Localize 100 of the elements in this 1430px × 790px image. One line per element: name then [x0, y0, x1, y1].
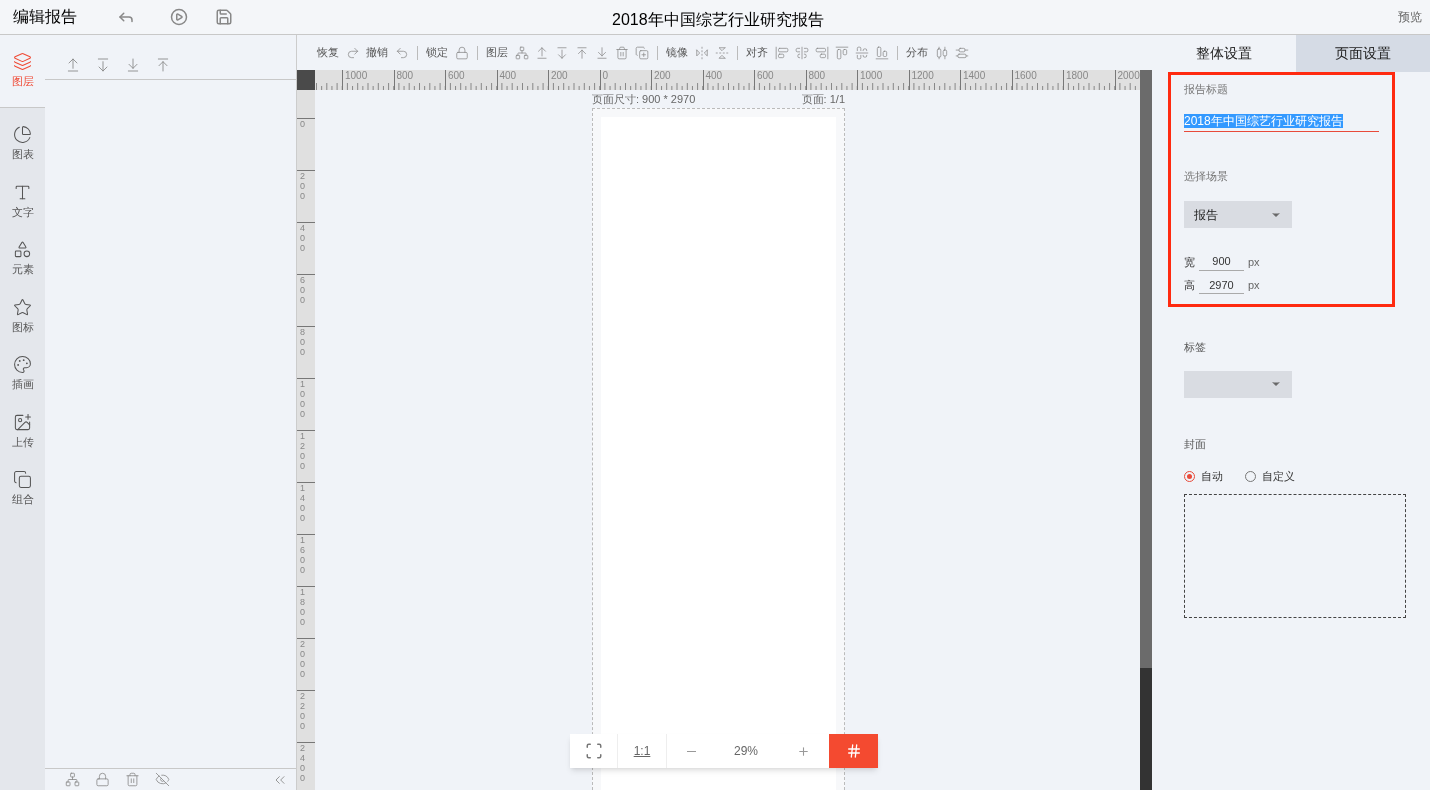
group-icon [13, 470, 32, 489]
toolbar-label: 对齐 [746, 45, 768, 61]
ruler-label: 1200 [300, 431, 306, 471]
ruler-label: 1800 [1065, 70, 1090, 82]
ruler-label: 800 [300, 327, 306, 357]
send-backward-icon[interactable] [95, 57, 111, 73]
ruler-label: 800 [395, 70, 415, 82]
ruler-label: 400 [300, 223, 306, 253]
ruler-label: 2000 [300, 639, 306, 679]
flip-vertical-icon[interactable] [715, 45, 729, 60]
sidebar-item[interactable]: 组合 [0, 460, 45, 518]
send-to-back-icon[interactable] [595, 45, 609, 60]
toolbar-label: 分布 [906, 45, 928, 61]
ruler-label: 2200 [300, 691, 306, 731]
hierarchy-icon[interactable] [515, 45, 529, 60]
height-label: 高 [1184, 278, 1195, 293]
toolbar-label: 镜像 [666, 45, 688, 61]
align-center-icon[interactable] [795, 45, 809, 60]
height-input[interactable]: 2970 [1199, 276, 1244, 294]
ruler-label: 1400 [962, 70, 987, 82]
send-to-back-icon[interactable] [125, 57, 141, 73]
cover-image-box[interactable] [1184, 493, 1406, 618]
page-size-label: 页面尺寸: 900 * 2970 [592, 91, 696, 107]
cover-radio[interactable]: 自定义 [1245, 468, 1295, 485]
ruler-label: 0 [601, 70, 610, 82]
grid-icon [845, 743, 862, 759]
ruler-label: 600 [300, 275, 306, 305]
align-right-icon[interactable] [815, 45, 829, 60]
ruler-label: 1400 [300, 483, 306, 523]
toolbar-label: 图层 [486, 45, 508, 61]
ruler-label: 800 [807, 70, 827, 82]
ruler-label: 600 [756, 70, 775, 82]
sidebar-item[interactable]: 元素 [0, 230, 45, 288]
sidebar-item[interactable]: 图层 [0, 35, 45, 108]
zoom-level: 29% [733, 743, 759, 760]
ruler-label: 1600 [1013, 70, 1038, 82]
sidebar-item[interactable]: 图表 [0, 115, 45, 173]
redo-icon[interactable] [346, 45, 360, 60]
flip-horizontal-icon[interactable] [695, 45, 709, 60]
sidebar-item[interactable]: 文字 [0, 172, 45, 230]
tag-dropdown[interactable] [1184, 370, 1292, 398]
sidebar-item[interactable]: 上传 [0, 402, 45, 460]
page-number-label: 页面: 1/1 [801, 91, 845, 107]
play-button[interactable] [170, 8, 188, 26]
bring-to-front-icon[interactable] [575, 45, 589, 60]
align-bottom-icon[interactable] [875, 45, 889, 60]
document-title: 2018年中国综艺行业研究报告 [612, 10, 824, 30]
pie-chart-icon [13, 125, 32, 144]
lock-icon[interactable] [455, 45, 469, 60]
minus-icon [686, 750, 696, 752]
width-label: 宽 [1184, 254, 1195, 270]
align-top-icon[interactable] [835, 45, 849, 60]
fit-screen-icon [584, 742, 603, 760]
align-left-icon[interactable] [775, 45, 789, 60]
distribute-horizontal-icon[interactable] [935, 45, 949, 60]
bring-forward-icon[interactable] [535, 45, 549, 60]
shapes-icon [13, 240, 32, 259]
cover-radio[interactable]: 自动 [1184, 468, 1223, 485]
unit-label: px [1248, 278, 1260, 293]
preview-link[interactable]: 预览 [1398, 8, 1422, 26]
distribute-vertical-icon[interactable] [955, 45, 969, 60]
toolbar-label: 恢复 [317, 45, 339, 61]
ruler-label: 200 [300, 171, 306, 201]
layers-icon [13, 52, 32, 72]
trash-icon[interactable] [615, 45, 629, 60]
bring-to-front-icon[interactable] [155, 57, 171, 73]
star-icon [13, 297, 32, 317]
ruler-label: 400 [498, 70, 518, 82]
ruler-label: 1800 [300, 587, 306, 627]
align-middle-icon[interactable] [855, 45, 869, 60]
field-label: 标签 [1184, 340, 1207, 355]
ruler-label: 1000 [859, 70, 884, 82]
settings-tab[interactable]: 页面设置 [1296, 35, 1430, 72]
image-upload-icon [13, 412, 32, 432]
sidebar-item[interactable]: 插画 [0, 345, 45, 403]
ruler-label: 2000 [1116, 70, 1140, 82]
hide-icon[interactable] [155, 772, 170, 787]
send-backward-icon[interactable] [555, 45, 569, 60]
field-label: 选择场景 [1184, 168, 1229, 184]
app-title: 编辑报告 [13, 7, 77, 27]
save-button[interactable] [215, 8, 233, 26]
width-input[interactable]: 900 [1199, 253, 1244, 271]
scrollbar-thumb[interactable] [1140, 70, 1152, 668]
duplicate-icon[interactable] [635, 45, 649, 60]
undo-icon[interactable] [395, 45, 409, 60]
lock-icon[interactable] [95, 772, 110, 787]
trash-icon[interactable] [125, 772, 140, 787]
actual-size-button[interactable]: 1:1 [618, 734, 667, 768]
palette-icon [13, 355, 32, 374]
hierarchy-icon[interactable] [65, 772, 80, 787]
ruler-corner [297, 70, 315, 90]
ruler-label: 1000 [344, 70, 369, 82]
grid-toggle[interactable] [829, 734, 878, 768]
bring-forward-icon[interactable] [65, 57, 81, 73]
ruler-label: 400 [704, 70, 724, 82]
toolbar-label: 锁定 [426, 45, 448, 61]
field-label: 封面 [1184, 436, 1207, 452]
sidebar-item[interactable]: 图标 [0, 287, 45, 345]
ruler-label: 200 [653, 70, 672, 82]
scene-dropdown[interactable]: 报告 [1184, 201, 1292, 228]
